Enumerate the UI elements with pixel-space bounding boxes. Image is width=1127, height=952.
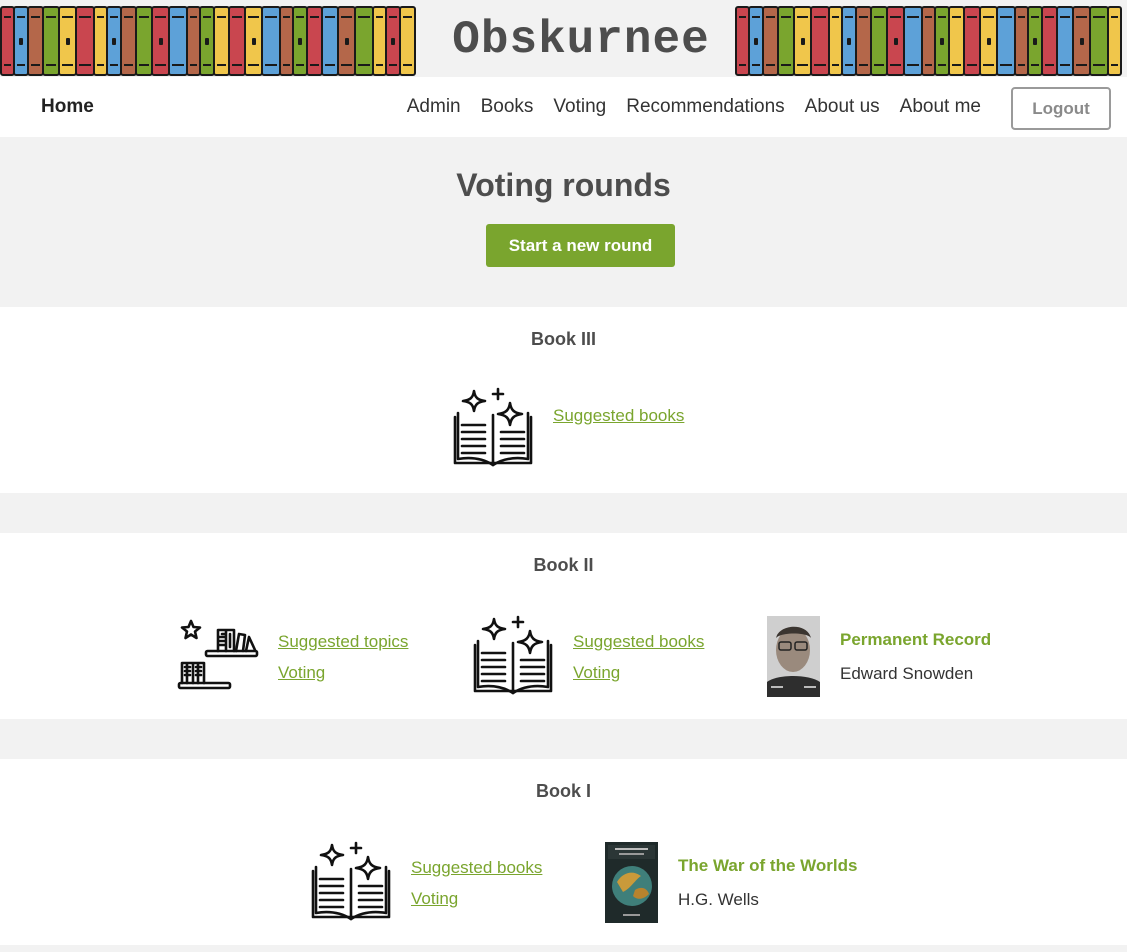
suggested-topics-link[interactable]: Suggested topics bbox=[278, 632, 408, 652]
navbar: Home Admin Books Voting Recommendations … bbox=[0, 77, 1127, 137]
book-spine-mark bbox=[19, 38, 23, 45]
book-spine-mark bbox=[1079, 38, 1084, 45]
round-section-book-3: Book III Suggested books bbox=[0, 307, 1127, 493]
books-voting-link[interactable]: Voting bbox=[573, 663, 620, 683]
voting-rounds-header: Voting rounds Start a new round bbox=[0, 137, 1127, 307]
winning-book[interactable]: Permanent Record Edward Snowden bbox=[767, 616, 1007, 698]
nav-link-admin[interactable]: Admin bbox=[407, 96, 461, 118]
book-spine-mark bbox=[158, 38, 163, 45]
nav-link-voting[interactable]: Voting bbox=[553, 96, 606, 118]
open-book-sparkles-icon bbox=[310, 841, 392, 930]
decorative-book-spine bbox=[168, 6, 188, 76]
book-spine-mark bbox=[800, 38, 805, 45]
logout-button[interactable]: Logout bbox=[1011, 87, 1111, 130]
start-new-round-button[interactable]: Start a new round bbox=[486, 224, 675, 267]
decorative-book-spine bbox=[1107, 6, 1122, 76]
decorative-book-spine bbox=[75, 6, 95, 76]
open-book-sparkles-icon bbox=[472, 615, 554, 704]
book-spine-mark bbox=[112, 38, 116, 45]
round-section-book-1: Book I Suggested books Voting The War of… bbox=[0, 759, 1127, 945]
decorative-book-spine bbox=[399, 6, 416, 76]
bookshelf-decoration-left bbox=[0, 4, 427, 76]
round-section-book-2: Book II Suggested topics Voting Suggeste… bbox=[0, 533, 1127, 719]
open-book-sparkles-icon bbox=[452, 387, 534, 476]
topics-voting-link[interactable]: Voting bbox=[278, 663, 325, 683]
book-spine-mark bbox=[940, 38, 944, 45]
site-banner: Obskurnee bbox=[0, 0, 1127, 77]
nav-link-about-me[interactable]: About me bbox=[900, 96, 981, 118]
bookshelf-decoration-right bbox=[735, 4, 1127, 76]
book-cover-image bbox=[767, 616, 820, 697]
round-title: Book III bbox=[530, 329, 596, 349]
winning-book[interactable]: The War of the Worlds H.G. Wells bbox=[605, 842, 865, 924]
round-title: Book I bbox=[535, 781, 591, 801]
page-title: Voting rounds bbox=[456, 167, 671, 203]
suggested-books-link[interactable]: Suggested books bbox=[553, 406, 684, 426]
book-spine-mark bbox=[847, 38, 851, 45]
book-spine-mark bbox=[344, 38, 349, 45]
decorative-book-spine bbox=[261, 6, 281, 76]
book-spine-mark bbox=[893, 38, 898, 45]
suggested-books-link[interactable]: Suggested books bbox=[411, 858, 542, 878]
round-item: Suggested books bbox=[452, 387, 692, 472]
nav-home-link[interactable]: Home bbox=[41, 96, 94, 118]
book-spine-mark bbox=[391, 38, 395, 45]
bookshelf-icon bbox=[176, 617, 262, 698]
site-title: Obskurnee bbox=[452, 14, 710, 66]
book-spine-mark bbox=[754, 38, 758, 45]
book-title: The War of the Worlds bbox=[678, 856, 858, 875]
suggested-books-link[interactable]: Suggested books bbox=[573, 632, 704, 652]
nav-link-recommendations[interactable]: Recommendations bbox=[626, 96, 784, 118]
book-title: Permanent Record bbox=[840, 630, 992, 649]
book-spine-mark bbox=[251, 38, 256, 45]
decorative-book-spine bbox=[1089, 6, 1109, 76]
book-cover-image bbox=[605, 842, 658, 923]
round-item: Suggested topics Voting bbox=[176, 617, 416, 697]
nav-links: Admin Books Voting Recommendations About… bbox=[407, 96, 981, 118]
book-author: Edward Snowden bbox=[840, 664, 974, 683]
decorative-book-spine bbox=[903, 6, 923, 76]
round-item: Suggested books Voting bbox=[310, 841, 550, 926]
decorative-book-spine bbox=[996, 6, 1016, 76]
nav-link-about-us[interactable]: About us bbox=[805, 96, 880, 118]
books-voting-link[interactable]: Voting bbox=[411, 889, 458, 909]
book-spine-mark bbox=[1033, 38, 1037, 45]
decorative-book-spine bbox=[810, 6, 830, 76]
decorative-book-spine bbox=[354, 6, 374, 76]
book-spine-mark bbox=[298, 38, 302, 45]
book-author: H.G. Wells bbox=[678, 890, 759, 909]
book-spine-mark bbox=[65, 38, 70, 45]
round-title: Book II bbox=[533, 555, 594, 575]
book-spine-mark bbox=[205, 38, 209, 45]
round-item: Suggested books Voting bbox=[472, 615, 712, 700]
book-spine-mark bbox=[986, 38, 991, 45]
nav-link-books[interactable]: Books bbox=[481, 96, 534, 118]
